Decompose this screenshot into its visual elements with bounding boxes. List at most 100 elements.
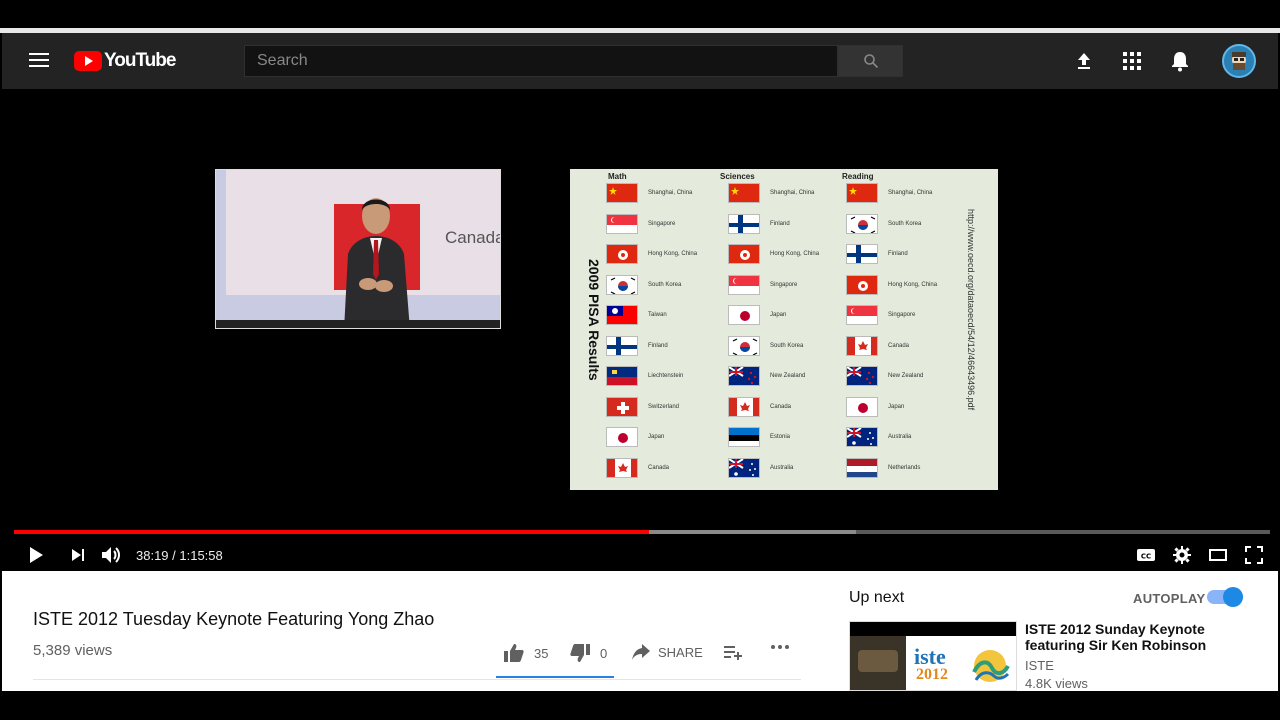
search-icon [863,54,878,69]
slide-country-row: Estonia [728,427,790,447]
video-title: ISTE 2012 Tuesday Keynote Featuring Yong… [33,609,435,629]
country-flag-icon [606,396,638,417]
share-button[interactable]: SHARE [632,644,703,660]
slide-country-row: South Korea [846,213,921,234]
country-flag-icon [728,427,760,447]
theater-mode-button[interactable] [1206,543,1230,567]
progress-bar[interactable] [14,530,1270,534]
country-name: Canada [888,342,910,349]
pisa-results-slide: Math Sciences Reading 2009 PISA Results … [570,169,998,490]
slide-country-row: Shanghai, China [846,183,932,203]
thumb-text: 2012 [916,666,948,683]
apps-grid-icon[interactable] [1120,49,1144,73]
slide-country-row: Hong Kong, China [728,244,819,264]
country-flag-icon [606,183,638,203]
country-flag-icon [728,335,760,356]
slide-country-row: Singapore [846,305,915,325]
play-icon [30,547,43,563]
volume-button[interactable] [100,543,124,567]
menu-icon[interactable] [24,49,54,73]
youtube-logo[interactable]: YouTube [74,50,176,72]
slide-title: 2009 PISA Results [586,259,602,381]
country-flag-icon [846,427,878,447]
divider [33,679,801,680]
slide-country-row: Hong Kong, China [846,274,937,295]
watch-info: ISTE 2012 Tuesday Keynote Featuring Yong… [2,571,1278,691]
masthead: YouTube Search [2,33,1278,89]
country-name: South Korea [648,281,682,288]
avatar[interactable] [1222,44,1256,78]
recommendation-thumbnail[interactable]: iste 2012 [849,621,1017,691]
like-count: 35 [534,645,549,661]
slide-country-row: Japan [606,427,664,447]
screen: YouTube Search Canada Math Sciences Read… [0,0,1280,720]
country-name: Singapore [770,281,798,288]
fullscreen-button[interactable] [1242,543,1266,567]
country-name: Japan [770,312,787,318]
slide-country-row: Japan [728,305,786,325]
add-to-playlist-button[interactable] [724,644,742,660]
notifications-bell-icon[interactable] [1168,49,1192,73]
playlist-add-icon [724,646,742,660]
country-name: Finland [888,251,908,257]
autoplay-toggle[interactable] [1207,587,1243,607]
slide-country-row: Singapore [606,213,675,234]
speaker-figure [344,198,410,328]
country-name: Estonia [770,434,791,440]
captions-button[interactable]: CC [1134,543,1158,567]
country-flag-icon [846,305,878,325]
dislike-count: 0 [600,645,608,661]
country-name: Australia [888,434,912,440]
country-flag-icon [728,305,760,325]
country-flag-icon [606,305,638,325]
recommendation-title[interactable]: ISTE 2012 Sunday Keynote featuring Sir K… [1025,621,1225,653]
country-flag-icon [606,457,638,478]
country-flag-icon [606,244,638,264]
country-flag-icon [606,274,638,295]
slide-column-heading: Sciences [720,172,755,181]
dislike-button[interactable]: 0 [570,644,607,662]
country-flag-icon [846,274,878,295]
upload-icon[interactable] [1072,49,1096,73]
slide-country-row: Finland [846,244,908,264]
country-flag-icon [606,366,638,386]
theater-icon [1209,549,1227,561]
more-dots-icon [771,645,789,649]
progress-played [14,530,649,534]
country-name: Netherlands [888,464,921,471]
video-player[interactable]: Canada Math Sciences Reading 2009 PISA R… [2,89,1278,571]
cc-icon: CC [1137,549,1155,561]
view-count: 5,389 views [33,642,113,659]
country-name: Japan [888,403,905,410]
settings-button[interactable] [1170,543,1194,567]
country-flag-icon [846,213,878,234]
country-flag-icon [728,244,760,264]
search-input[interactable]: Search [244,45,838,77]
country-flag-icon [606,213,638,234]
wave-logo-icon [972,650,1010,682]
slide-column-heading: Reading [842,172,874,181]
recommendation-channel[interactable]: ISTE [1025,658,1054,673]
play-button[interactable] [24,543,48,567]
country-flag-icon [728,274,760,295]
next-button[interactable] [66,543,90,567]
slide-column-heading: Math [608,172,627,181]
search-button[interactable] [838,45,903,77]
country-name: Australia [770,464,794,471]
like-button[interactable]: 35 [504,644,548,662]
country-name: Liechtenstein [648,373,684,379]
thumbs-down-icon [570,644,590,662]
country-name: South Korea [770,342,804,349]
fullscreen-icon [1245,546,1263,564]
slide-country-row: South Korea [728,335,804,356]
more-actions-button[interactable] [770,644,790,650]
slide-country-row: New Zealand [728,366,805,386]
country-name: Hong Kong, China [648,251,698,257]
country-flag-icon [846,396,878,417]
slide-country-row: Hong Kong, China [606,244,697,264]
autoplay-label: AUTOPLAY [1133,591,1206,606]
country-flag-icon [728,366,760,386]
country-name: Hong Kong, China [770,251,820,257]
slide-country-row: Netherlands [846,457,921,478]
country-name: Singapore [888,312,916,318]
